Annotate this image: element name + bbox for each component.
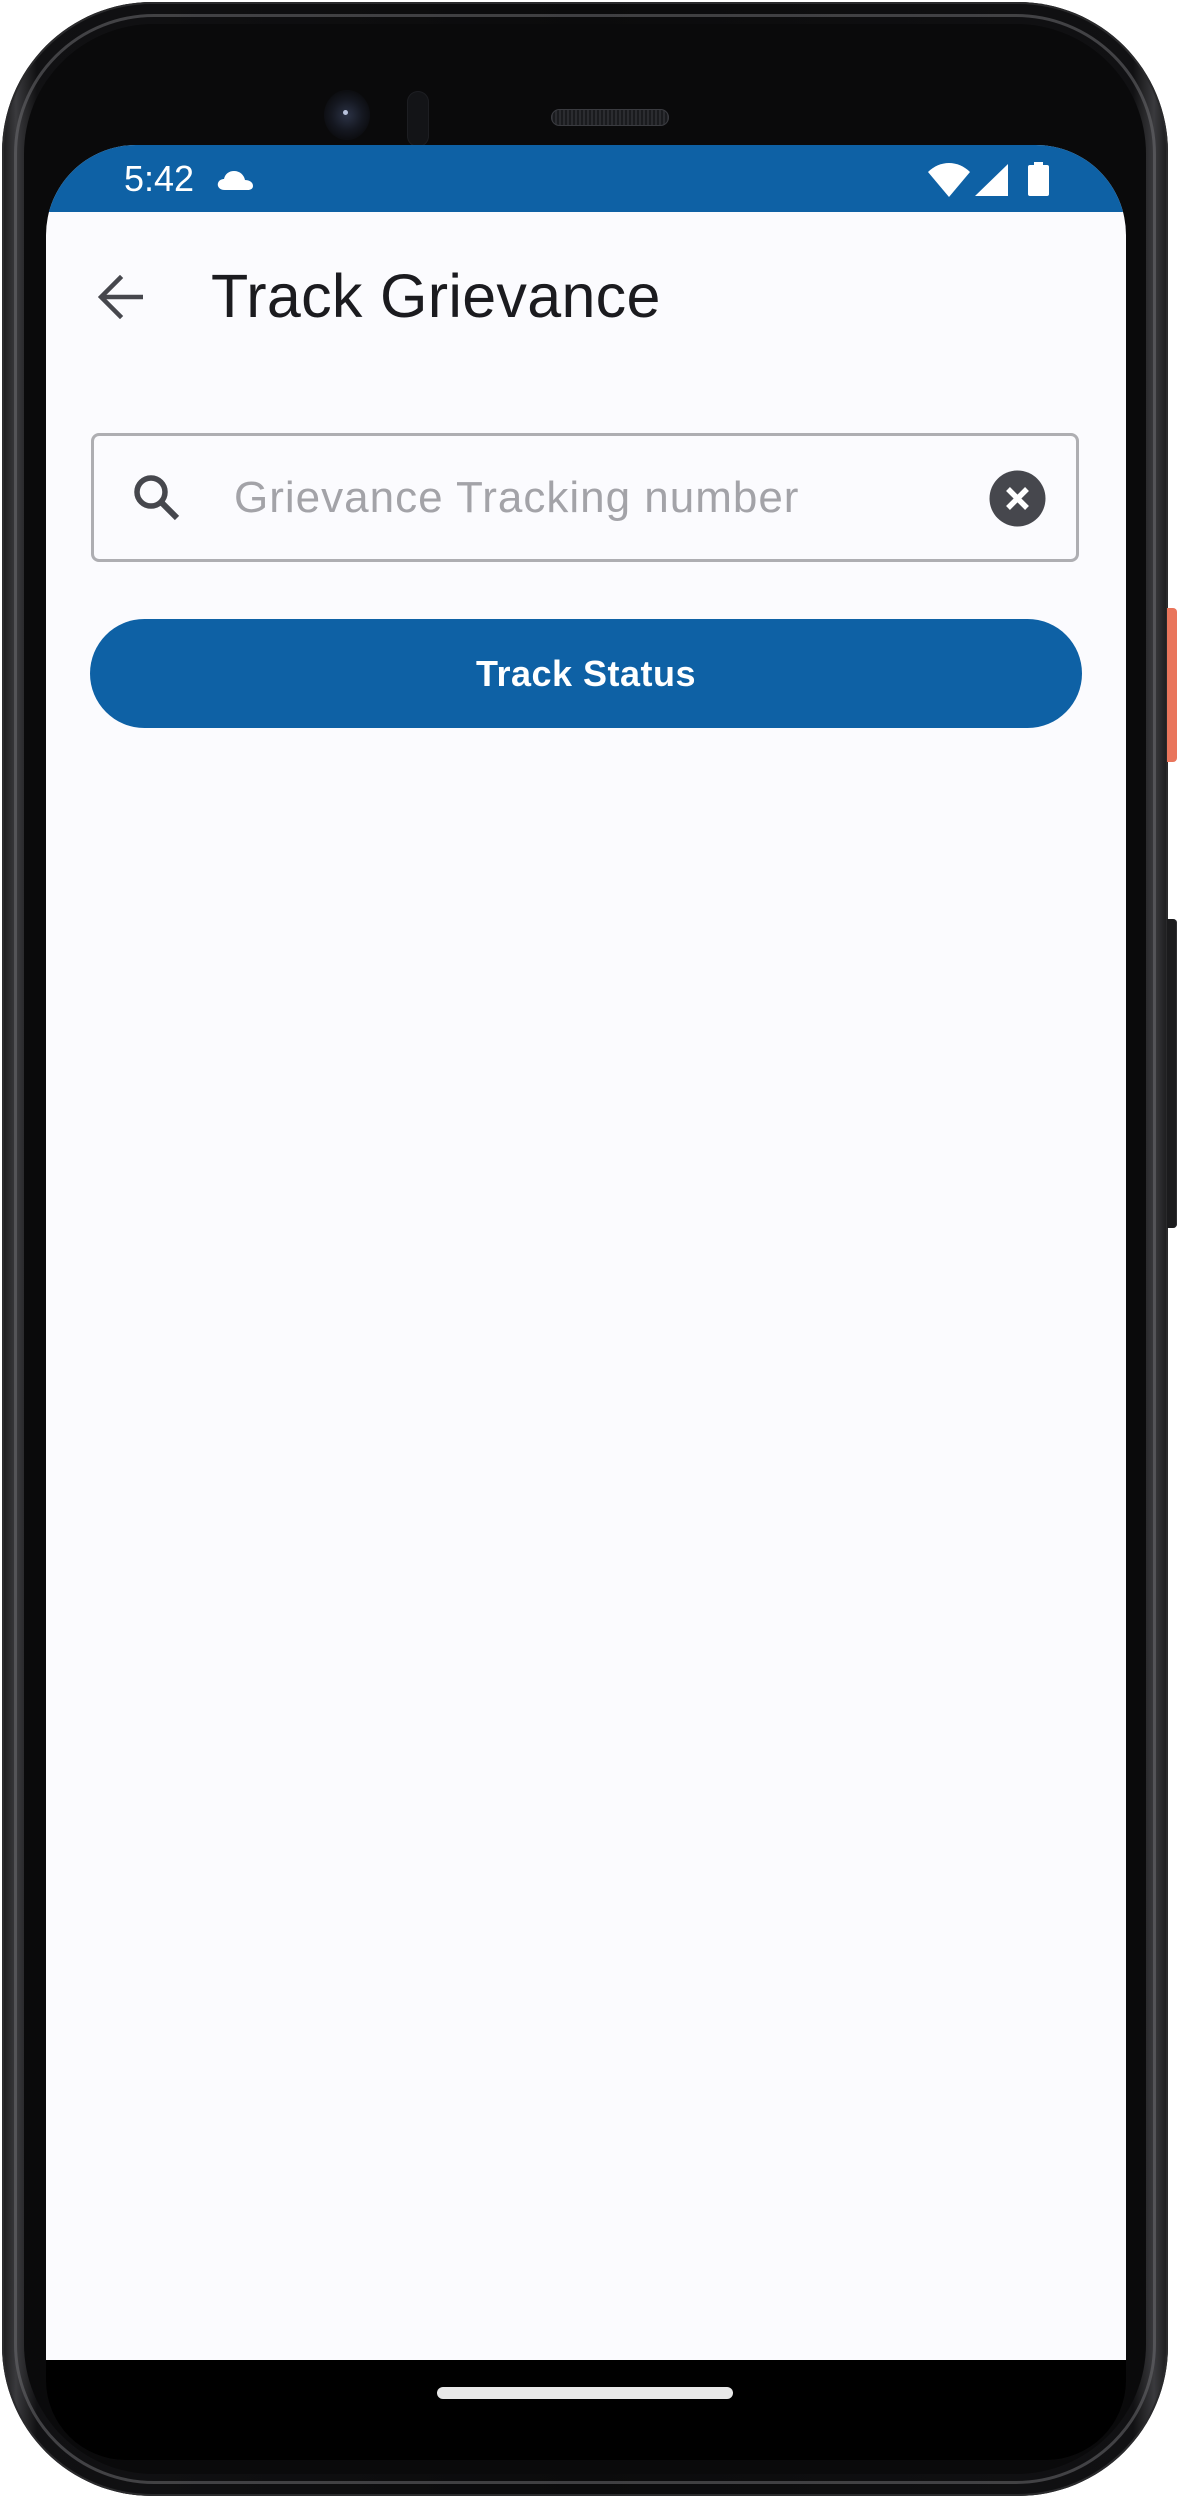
- top-app-bar: Track Grievance: [46, 212, 1126, 362]
- power-button[interactable]: [1167, 608, 1177, 762]
- battery-icon: [1028, 162, 1049, 196]
- volume-rocker[interactable]: [1167, 919, 1177, 1228]
- tracking-number-input[interactable]: [234, 458, 994, 538]
- track-status-button[interactable]: Track Status: [90, 619, 1082, 728]
- home-gesture-handle[interactable]: [437, 2387, 733, 2399]
- arrow-back-icon: [98, 275, 143, 319]
- system-navigation-bar: [46, 2360, 1126, 2460]
- wifi-icon: [928, 163, 970, 197]
- earpiece-speaker: [551, 109, 669, 126]
- status-bar: 5:42: [46, 145, 1126, 212]
- back-button[interactable]: [82, 258, 160, 336]
- cloud-icon: [217, 171, 253, 190]
- tracking-number-field[interactable]: [91, 433, 1079, 562]
- page-title: Track Grievance: [211, 262, 661, 330]
- front-camera: [324, 90, 370, 140]
- status-time: 5:42: [124, 158, 195, 199]
- track-status-label: Track Status: [475, 652, 697, 694]
- search-icon: [134, 475, 180, 521]
- proximity-sensor: [407, 91, 429, 147]
- clear-icon[interactable]: [989, 470, 1046, 527]
- app-screen: 5:42 Track Grievance Grievance Tracking …: [46, 145, 1126, 2360]
- cellular-signal-icon: [975, 164, 1008, 196]
